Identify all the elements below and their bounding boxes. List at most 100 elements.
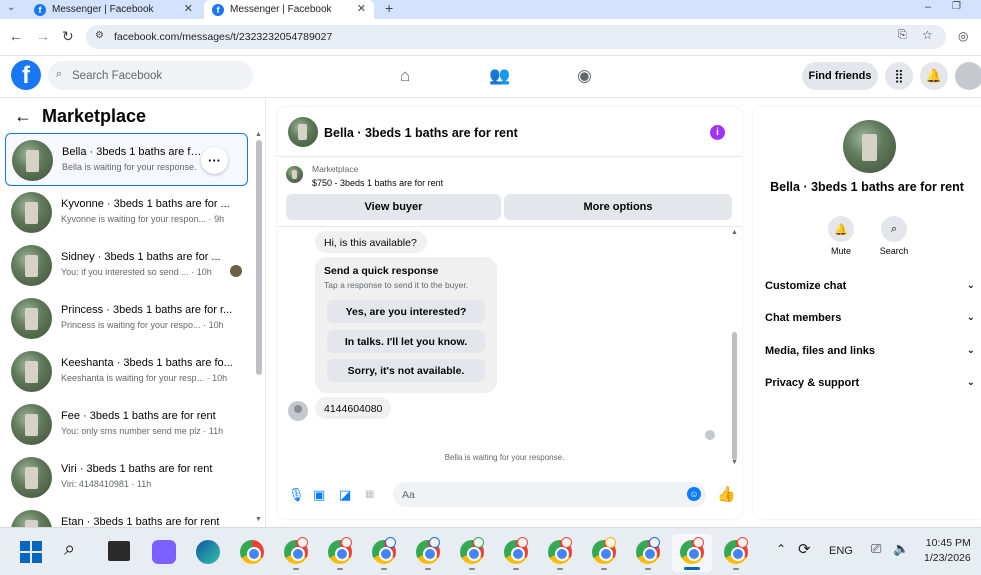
- search-facebook-input[interactable]: ⌕ Search Facebook: [48, 61, 253, 90]
- profile-icon[interactable]: ◎: [958, 29, 968, 43]
- info-icon[interactable]: i: [710, 125, 725, 140]
- avatar: [12, 140, 53, 181]
- volume-icon[interactable]: 🔈: [893, 541, 909, 557]
- chrome-profile-icon[interactable]: [460, 537, 484, 570]
- tab-close-icon[interactable]: ✕: [357, 2, 366, 15]
- bookmark-star-icon[interactable]: ☆: [922, 28, 933, 42]
- conversation-item[interactable]: Princess · 3beds 1 baths are for r... Pr…: [5, 292, 248, 345]
- privacy-support-row[interactable]: Privacy & support ⌄: [765, 377, 975, 389]
- chrome-profile-icon[interactable]: [372, 537, 396, 570]
- quick-response-not-available-button[interactable]: Sorry, it's not available.: [327, 359, 485, 382]
- conversation-preview: Bella is waiting for your response.: [62, 162, 202, 172]
- running-indicator: [425, 568, 431, 570]
- show-hidden-icons-chevron-icon[interactable]: ⌃: [776, 542, 786, 556]
- sticker-icon[interactable]: ◪: [339, 487, 351, 503]
- avatar[interactable]: [843, 120, 896, 173]
- chat-members-row[interactable]: Chat members ⌄: [765, 312, 975, 324]
- chrome-profile-icon[interactable]: [548, 537, 572, 570]
- sync-icon[interactable]: ⟳: [798, 540, 811, 558]
- media-files-links-row[interactable]: Media, files and links ⌄: [765, 345, 975, 357]
- site-settings-icon[interactable]: ⚙: [95, 30, 104, 41]
- chrome-profile-icon[interactable]: [636, 537, 660, 570]
- facebook-logo-icon[interactable]: f: [11, 60, 41, 90]
- conversation-item[interactable]: Kyvonne · 3beds 1 baths are for ... Kyvo…: [5, 186, 248, 239]
- chrome-icon[interactable]: [240, 540, 264, 564]
- chrome-profile-icon[interactable]: [592, 537, 616, 570]
- more-options-button[interactable]: ···: [201, 147, 228, 174]
- network-icon[interactable]: ⎚: [871, 541, 881, 557]
- emoji-icon[interactable]: ☺: [687, 487, 701, 501]
- scroll-up-arrow-icon[interactable]: ▲: [731, 229, 738, 236]
- tab-messenger-2[interactable]: f Messenger | Facebook ✕: [204, 0, 374, 19]
- back-arrow-icon[interactable]: ←: [9, 28, 23, 44]
- tab-messenger-1[interactable]: f Messenger | Facebook ✕: [26, 0, 201, 19]
- conversation-item[interactable]: Bella · 3beds 1 baths are for rent Bella…: [5, 133, 248, 186]
- edge-browser-icon[interactable]: [196, 540, 220, 564]
- avatar[interactable]: [288, 117, 318, 147]
- account-avatar[interactable]: [955, 62, 981, 90]
- minimize-icon[interactable]: –: [925, 1, 931, 13]
- preview-text: Kyvonne is waiting for your respon...: [61, 214, 207, 224]
- quick-response-in-talks-button[interactable]: In talks. I'll let you know.: [327, 330, 485, 353]
- conversation-item[interactable]: Viri · 3beds 1 baths are for rent Viri: …: [5, 451, 248, 504]
- install-app-icon[interactable]: ⎘: [898, 29, 907, 42]
- conversation-list-panel: ← Marketplace Bella · 3beds 1 baths are …: [0, 98, 266, 527]
- tab-close-icon[interactable]: ✕: [184, 2, 193, 15]
- conversation-item[interactable]: Keeshanta · 3beds 1 baths are fo... Kees…: [5, 345, 248, 398]
- chrome-profile-icon[interactable]: [504, 537, 528, 570]
- home-icon[interactable]: ⌂: [400, 66, 410, 86]
- gif-icon[interactable]: ▦: [365, 489, 374, 500]
- scroll-up-arrow-icon[interactable]: ▲: [255, 131, 262, 138]
- photo-icon[interactable]: ▣: [313, 487, 325, 503]
- teams-chat-icon[interactable]: [152, 540, 176, 564]
- find-friends-button[interactable]: Find friends: [802, 62, 878, 90]
- new-tab-button[interactable]: +: [385, 0, 393, 16]
- message-bubble: Hi, is this available?: [315, 231, 427, 253]
- running-indicator: [337, 568, 343, 570]
- like-thumbs-up-icon[interactable]: 👍: [717, 485, 736, 503]
- system-clock[interactable]: 10:45 PM 1/23/2026: [924, 536, 971, 566]
- groups-icon[interactable]: ◉: [577, 66, 592, 86]
- preview-time: · 11h: [203, 426, 224, 436]
- conversation-item[interactable]: Fee · 3beds 1 baths are for rent You: on…: [5, 398, 248, 451]
- url-bar[interactable]: ⚙ facebook.com/messages/t/23232320547890…: [86, 25, 946, 49]
- task-view-icon[interactable]: [108, 541, 130, 561]
- conversation-item[interactable]: Etan · 3beds 1 baths are for rent: [5, 504, 248, 527]
- chrome-profile-icon[interactable]: [724, 537, 748, 570]
- message-input[interactable]: Aa: [393, 482, 706, 507]
- search-button[interactable]: ⌕ Search: [874, 216, 914, 256]
- scroll-down-arrow-icon[interactable]: ▼: [255, 516, 262, 523]
- chrome-profile-icon[interactable]: [284, 537, 308, 570]
- chat-title[interactable]: Bella · 3beds 1 baths are for rent: [324, 126, 518, 140]
- language-indicator[interactable]: ENG: [829, 545, 853, 557]
- scroll-down-arrow-icon[interactable]: ▼: [731, 459, 738, 466]
- panel-title: ← Marketplace: [14, 106, 146, 127]
- scrollbar-thumb[interactable]: [256, 140, 262, 375]
- mute-button[interactable]: 🔔 Mute: [821, 216, 861, 256]
- restore-window-icon[interactable]: ❐: [952, 1, 961, 12]
- menu-grid-icon[interactable]: ⣿: [885, 62, 913, 90]
- back-arrow-icon[interactable]: ←: [14, 106, 32, 127]
- customize-chat-row[interactable]: Customize chat ⌄: [765, 280, 975, 292]
- scrollbar-thumb[interactable]: [732, 332, 737, 460]
- notifications-bell-icon[interactable]: 🔔: [920, 62, 948, 90]
- reload-icon[interactable]: ↻: [62, 28, 74, 45]
- search-placeholder: Search Facebook: [72, 69, 163, 82]
- quick-response-yes-button[interactable]: Yes, are you interested?: [327, 300, 485, 323]
- conversation-name: Kyvonne · 3beds 1 baths are for ...: [61, 198, 230, 210]
- chrome-profile-icon[interactable]: [416, 537, 440, 570]
- chrome-profile-icon[interactable]: [328, 537, 352, 570]
- friends-icon[interactable]: 👥: [489, 66, 510, 86]
- chrome-profile-icon-active[interactable]: [680, 537, 704, 564]
- tab-title: Messenger | Facebook: [230, 4, 332, 15]
- microphone-icon[interactable]: 🎙: [288, 487, 305, 503]
- bell-icon: 🔔: [828, 216, 854, 242]
- conversation-item[interactable]: Sidney · 3beds 1 baths are for ... You: …: [5, 239, 248, 292]
- view-buyer-button[interactable]: View buyer: [286, 194, 501, 220]
- windows-start-icon[interactable]: [20, 541, 42, 563]
- tab-search-chevron-icon[interactable]: ⌄: [7, 2, 15, 13]
- more-options-button[interactable]: More options: [504, 194, 732, 220]
- forward-arrow-icon[interactable]: →: [36, 28, 50, 44]
- profile-badge: [561, 537, 572, 548]
- search-icon[interactable]: ⌕: [64, 538, 75, 561]
